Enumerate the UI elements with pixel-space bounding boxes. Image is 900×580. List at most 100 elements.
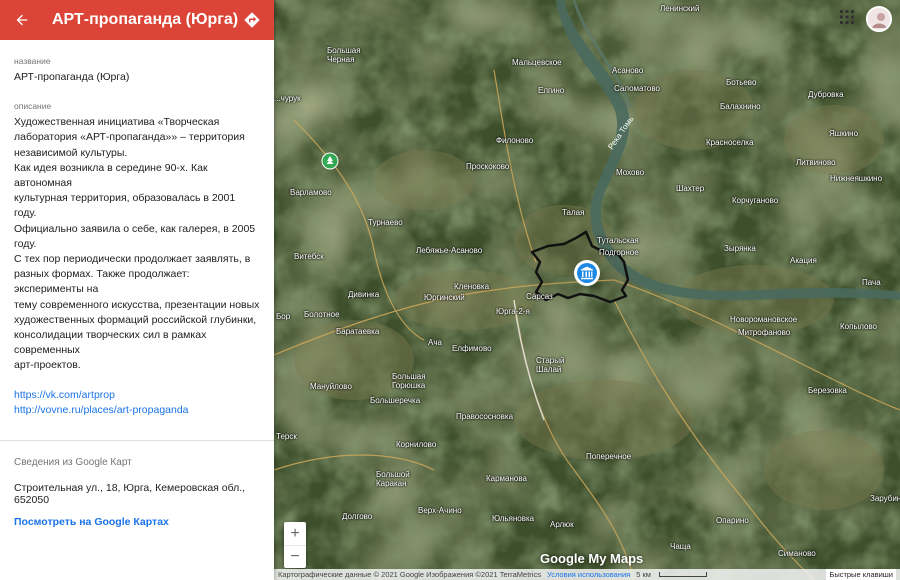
back-button[interactable] bbox=[10, 8, 34, 32]
place-label: Турнаево bbox=[368, 218, 403, 227]
place-label: Большой Каракан bbox=[376, 470, 410, 488]
place-label: Долгово bbox=[342, 512, 373, 521]
place-label: Бор bbox=[276, 312, 291, 321]
place-label: Витебск bbox=[294, 252, 324, 261]
place-label: Варламово bbox=[290, 188, 332, 197]
place-label: Дивинка bbox=[348, 290, 380, 299]
place-label: Елфимово bbox=[452, 344, 492, 353]
place-label: Мохово bbox=[616, 168, 645, 177]
place-label: Мальцевское bbox=[512, 58, 562, 67]
address-text: Строительная ул., 18, Юрга, Кемеровская … bbox=[14, 481, 246, 506]
view-on-google-maps-link[interactable]: Посмотреть на Google Картах bbox=[14, 516, 260, 528]
google-maps-section: Сведения из Google Карт Строительная ул.… bbox=[0, 441, 274, 544]
place-label: Зарубино bbox=[870, 494, 900, 503]
place-label: Чаща bbox=[670, 542, 691, 551]
place-label: Верх-Ачино bbox=[418, 506, 462, 515]
place-label: Асаново bbox=[612, 66, 644, 75]
place-label: ...чурук bbox=[274, 94, 301, 103]
vk-link[interactable]: https://vk.com/artprop bbox=[14, 388, 260, 403]
account-avatar[interactable] bbox=[866, 6, 892, 32]
place-label: Талая bbox=[562, 208, 585, 217]
description-field: описание Художественная инициатива «Твор… bbox=[14, 101, 260, 417]
description-line: С тех пор периодически продолжает заявля… bbox=[14, 253, 251, 266]
place-label: Баратаевка bbox=[336, 327, 380, 336]
place-label: Шахтер bbox=[676, 184, 705, 193]
park-marker-icon[interactable] bbox=[321, 152, 339, 170]
place-label: Большая Горюшка bbox=[392, 372, 426, 390]
zoom-in-button[interactable]: + bbox=[284, 522, 306, 545]
vovne-link[interactable]: http://vovne.ru/places/art-propaganda bbox=[14, 403, 260, 418]
place-label: Болотное bbox=[304, 310, 340, 319]
place-label: Дубровка bbox=[808, 90, 844, 99]
description-line: тему современного искусства, презентации… bbox=[14, 298, 260, 311]
description-links: https://vk.com/artprop http://vovne.ru/p… bbox=[14, 388, 260, 418]
description-line: культурная территория, образовалась в 20… bbox=[14, 192, 236, 220]
directions-icon bbox=[244, 12, 260, 28]
scale-bar bbox=[658, 572, 707, 577]
place-label: Нижнеяшкино bbox=[830, 174, 883, 183]
avatar-image bbox=[868, 8, 890, 30]
place-label: Митрофаново bbox=[738, 328, 791, 337]
zoom-control: + − bbox=[284, 522, 306, 568]
scale-label: 5 км bbox=[636, 570, 651, 579]
description-line: Как идея возникла в середине 90-х. Как а… bbox=[14, 161, 208, 190]
place-label: Юрга-2-я bbox=[496, 307, 530, 316]
museum-marker-icon[interactable] bbox=[573, 259, 601, 287]
place-label: Тутальская bbox=[597, 236, 639, 245]
description-line: арт-проектов. bbox=[14, 359, 81, 372]
place-label: Березовка bbox=[808, 386, 847, 395]
keyboard-shortcuts-button[interactable]: Быстрые клавиши bbox=[826, 569, 896, 580]
map-canvas[interactable]: Река Томь Ленинский Большая Черная Мальцев… bbox=[274, 0, 900, 580]
place-label: Корнилово bbox=[396, 440, 437, 449]
panel-body: название АРТ-пропаганда (Юрга) описание … bbox=[0, 40, 274, 418]
google-my-maps-logo: Google My Maps bbox=[540, 551, 644, 566]
place-label: Юльяновка bbox=[492, 514, 535, 523]
place-label: Юргинский bbox=[424, 293, 465, 302]
name-value: АРТ-пропаганда (Юрга) bbox=[14, 71, 130, 83]
place-label: Мануйлово bbox=[310, 382, 352, 391]
description-line: художественных формаций российской глуби… bbox=[14, 313, 257, 326]
place-label: Зырянка bbox=[724, 244, 756, 253]
apps-grid-icon[interactable] bbox=[840, 10, 854, 24]
place-label: Проскоково bbox=[466, 162, 510, 171]
place-label: Литвиново bbox=[796, 158, 836, 167]
place-label: Балахнино bbox=[720, 102, 761, 111]
panel-header: АРТ-пропаганда (Юрга) bbox=[0, 0, 274, 40]
description-line: Официально заявила о себе, как галерея, … bbox=[14, 222, 256, 250]
place-label: Терск bbox=[276, 432, 297, 441]
arrow-back-icon bbox=[16, 14, 28, 26]
place-label: Ача bbox=[428, 338, 442, 347]
place-label: Кленовка bbox=[454, 282, 490, 291]
info-panel: АРТ-пропаганда (Юрга) название АРТ-пропа… bbox=[0, 0, 274, 580]
place-label: Лебяжье-Асаново bbox=[416, 246, 483, 255]
description-text: Художественная инициатива «Творческая ла… bbox=[14, 115, 260, 373]
place-label: Арлюк bbox=[550, 520, 574, 529]
place-label: Новоромановское bbox=[730, 315, 798, 324]
description-line: консолидации творческих сил в рамках сов… bbox=[14, 329, 207, 357]
place-label: Карманова bbox=[486, 474, 527, 483]
place-label: Ленинский bbox=[660, 4, 700, 13]
place-label: Филоново bbox=[496, 136, 534, 145]
zoom-out-button[interactable]: − bbox=[284, 545, 306, 568]
place-label: Опарино bbox=[716, 516, 749, 525]
name-label: название bbox=[14, 56, 51, 66]
google-maps-title: Сведения из Google Карт bbox=[14, 456, 132, 468]
place-label: Пача bbox=[862, 278, 881, 287]
description-label: описание bbox=[14, 101, 52, 112]
place-label: Большеречка bbox=[370, 396, 421, 405]
place-label: Сарсаз bbox=[526, 292, 553, 301]
place-label: Красноселка bbox=[706, 138, 754, 147]
place-label: Старый Шалай bbox=[536, 356, 565, 374]
app-root: АРТ-пропаганда (Юрга) название АРТ-пропа… bbox=[0, 0, 900, 580]
description-line: независимой культуры. bbox=[14, 146, 128, 159]
place-label: Большая Черная bbox=[327, 46, 361, 64]
map-copyright: Картографические данные © 2021 Google Из… bbox=[278, 570, 541, 579]
directions-button[interactable] bbox=[240, 8, 264, 32]
place-label: Корчуганово bbox=[732, 196, 779, 205]
place-label: Правососновка bbox=[456, 412, 514, 421]
description-line: разных формах. Также продолжает: экспери… bbox=[14, 268, 190, 296]
terms-link[interactable]: Условия использования bbox=[547, 570, 630, 579]
description-line: Художественная инициатива «Творческая bbox=[14, 116, 220, 129]
description-line: лаборатория «АРТ-пропаганда»» – территор… bbox=[14, 131, 245, 144]
map-footer: Картографические данные © 2021 Google Из… bbox=[274, 569, 900, 580]
